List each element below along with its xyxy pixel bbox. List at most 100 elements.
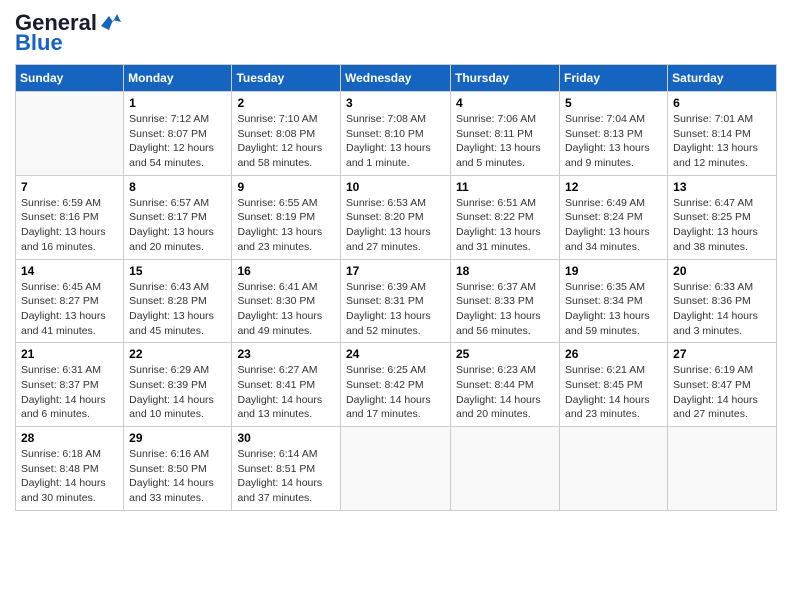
day-info: Sunrise: 6:53 AMSunset: 8:20 PMDaylight:… — [346, 196, 445, 255]
calendar-cell: 15 Sunrise: 6:43 AMSunset: 8:28 PMDayligh… — [124, 259, 232, 343]
day-info: Sunrise: 6:25 AMSunset: 8:42 PMDaylight:… — [346, 363, 445, 422]
weekday-header-wednesday: Wednesday — [341, 65, 451, 92]
weekday-header-friday: Friday — [560, 65, 668, 92]
day-info: Sunrise: 6:49 AMSunset: 8:24 PMDaylight:… — [565, 196, 662, 255]
calendar-cell: 8 Sunrise: 6:57 AMSunset: 8:17 PMDaylight… — [124, 175, 232, 259]
day-number: 26 — [565, 347, 662, 361]
day-info: Sunrise: 6:29 AMSunset: 8:39 PMDaylight:… — [129, 363, 226, 422]
day-number: 11 — [456, 180, 554, 194]
day-number: 29 — [129, 431, 226, 445]
page-header: General Blue — [15, 10, 777, 56]
calendar-cell: 27 Sunrise: 6:19 AMSunset: 8:47 PMDayligh… — [668, 343, 777, 427]
logo-blue: Blue — [15, 30, 63, 56]
calendar-cell: 24Sunrise: 6:25 AMSunset: 8:42 PMDayligh… — [341, 343, 451, 427]
day-info: Sunrise: 6:43 AMSunset: 8:28 PMDaylight:… — [129, 280, 226, 339]
calendar-cell — [16, 92, 124, 176]
calendar-cell: 28 Sunrise: 6:18 AMSunset: 8:48 PMDayligh… — [16, 427, 124, 511]
calendar-cell — [668, 427, 777, 511]
day-number: 12 — [565, 180, 662, 194]
day-number: 21 — [21, 347, 118, 361]
day-info: Sunrise: 6:35 AMSunset: 8:34 PMDaylight:… — [565, 280, 662, 339]
day-info: Sunrise: 6:23 AMSunset: 8:44 PMDaylight:… — [456, 363, 554, 422]
calendar-cell — [341, 427, 451, 511]
day-number: 10 — [346, 180, 445, 194]
weekday-header-saturday: Saturday — [668, 65, 777, 92]
week-row-1: 1Sunrise: 7:12 AMSunset: 8:07 PMDaylight… — [16, 92, 777, 176]
calendar-cell: 22 Sunrise: 6:29 AMSunset: 8:39 PMDayligh… — [124, 343, 232, 427]
calendar-cell: 6 Sunrise: 7:01 AMSunset: 8:14 PMDaylight… — [668, 92, 777, 176]
day-info: Sunrise: 6:57 AMSunset: 8:17 PMDaylight:… — [129, 196, 226, 255]
day-info: Sunrise: 6:27 AMSunset: 8:41 PMDaylight:… — [237, 363, 335, 422]
logo-bird-icon — [99, 12, 121, 30]
day-info: Sunrise: 6:59 AMSunset: 8:16 PMDaylight:… — [21, 196, 118, 255]
week-row-5: 28 Sunrise: 6:18 AMSunset: 8:48 PMDayligh… — [16, 427, 777, 511]
calendar-cell: 19 Sunrise: 6:35 AMSunset: 8:34 PMDayligh… — [560, 259, 668, 343]
day-info: Sunrise: 6:16 AMSunset: 8:50 PMDaylight:… — [129, 447, 226, 506]
day-number: 13 — [673, 180, 771, 194]
calendar-cell: 26 Sunrise: 6:21 AMSunset: 8:45 PMDayligh… — [560, 343, 668, 427]
calendar-cell: 1Sunrise: 7:12 AMSunset: 8:07 PMDaylight… — [124, 92, 232, 176]
calendar-cell: 5 Sunrise: 7:04 AMSunset: 8:13 PMDaylight… — [560, 92, 668, 176]
day-number: 27 — [673, 347, 771, 361]
calendar-cell: 23Sunrise: 6:27 AMSunset: 8:41 PMDayligh… — [232, 343, 341, 427]
week-row-2: 7 Sunrise: 6:59 AMSunset: 8:16 PMDaylight… — [16, 175, 777, 259]
calendar-cell: 18Sunrise: 6:37 AMSunset: 8:33 PMDayligh… — [451, 259, 560, 343]
calendar-cell: 4 Sunrise: 7:06 AMSunset: 8:11 PMDaylight… — [451, 92, 560, 176]
day-info: Sunrise: 6:33 AMSunset: 8:36 PMDaylight:… — [673, 280, 771, 339]
day-info: Sunrise: 6:37 AMSunset: 8:33 PMDaylight:… — [456, 280, 554, 339]
day-number: 5 — [565, 96, 662, 110]
day-info: Sunrise: 6:45 AMSunset: 8:27 PMDaylight:… — [21, 280, 118, 339]
calendar-cell: 12 Sunrise: 6:49 AMSunset: 8:24 PMDayligh… — [560, 175, 668, 259]
day-info: Sunrise: 6:18 AMSunset: 8:48 PMDaylight:… — [21, 447, 118, 506]
calendar-cell: 30 Sunrise: 6:14 AMSunset: 8:51 PMDayligh… — [232, 427, 341, 511]
day-number: 6 — [673, 96, 771, 110]
calendar-cell: 16Sunrise: 6:41 AMSunset: 8:30 PMDayligh… — [232, 259, 341, 343]
day-info: Sunrise: 6:47 AMSunset: 8:25 PMDaylight:… — [673, 196, 771, 255]
weekday-header-row: SundayMondayTuesdayWednesdayThursdayFrid… — [16, 65, 777, 92]
day-number: 20 — [673, 264, 771, 278]
day-info: Sunrise: 6:31 AMSunset: 8:37 PMDaylight:… — [21, 363, 118, 422]
calendar-cell: 29 Sunrise: 6:16 AMSunset: 8:50 PMDayligh… — [124, 427, 232, 511]
calendar-cell: 10 Sunrise: 6:53 AMSunset: 8:20 PMDayligh… — [341, 175, 451, 259]
day-info: Sunrise: 6:39 AMSunset: 8:31 PMDaylight:… — [346, 280, 445, 339]
day-number: 17 — [346, 264, 445, 278]
day-number: 19 — [565, 264, 662, 278]
calendar-cell — [451, 427, 560, 511]
day-info: Sunrise: 7:01 AMSunset: 8:14 PMDaylight:… — [673, 112, 771, 171]
day-number: 1 — [129, 96, 226, 110]
day-info: Sunrise: 7:06 AMSunset: 8:11 PMDaylight:… — [456, 112, 554, 171]
day-number: 28 — [21, 431, 118, 445]
weekday-header-thursday: Thursday — [451, 65, 560, 92]
day-number: 4 — [456, 96, 554, 110]
day-number: 16 — [237, 264, 335, 278]
calendar-cell: 7 Sunrise: 6:59 AMSunset: 8:16 PMDaylight… — [16, 175, 124, 259]
day-number: 7 — [21, 180, 118, 194]
calendar-cell: 9Sunrise: 6:55 AMSunset: 8:19 PMDaylight… — [232, 175, 341, 259]
day-number: 3 — [346, 96, 445, 110]
day-number: 15 — [129, 264, 226, 278]
calendar-cell: 3 Sunrise: 7:08 AMSunset: 8:10 PMDaylight… — [341, 92, 451, 176]
weekday-header-tuesday: Tuesday — [232, 65, 341, 92]
calendar-cell: 21 Sunrise: 6:31 AMSunset: 8:37 PMDayligh… — [16, 343, 124, 427]
day-number: 8 — [129, 180, 226, 194]
day-number: 30 — [237, 431, 335, 445]
day-number: 14 — [21, 264, 118, 278]
day-info: Sunrise: 6:19 AMSunset: 8:47 PMDaylight:… — [673, 363, 771, 422]
calendar-cell: 25 Sunrise: 6:23 AMSunset: 8:44 PMDayligh… — [451, 343, 560, 427]
day-info: Sunrise: 7:08 AMSunset: 8:10 PMDaylight:… — [346, 112, 445, 171]
calendar-cell: 17 Sunrise: 6:39 AMSunset: 8:31 PMDayligh… — [341, 259, 451, 343]
day-number: 25 — [456, 347, 554, 361]
day-info: Sunrise: 6:21 AMSunset: 8:45 PMDaylight:… — [565, 363, 662, 422]
day-info: Sunrise: 7:04 AMSunset: 8:13 PMDaylight:… — [565, 112, 662, 171]
logo: General Blue — [15, 10, 121, 56]
calendar-cell: 13 Sunrise: 6:47 AMSunset: 8:25 PMDayligh… — [668, 175, 777, 259]
calendar-cell — [560, 427, 668, 511]
calendar-cell: 14 Sunrise: 6:45 AMSunset: 8:27 PMDayligh… — [16, 259, 124, 343]
calendar-cell: 2 Sunrise: 7:10 AMSunset: 8:08 PMDaylight… — [232, 92, 341, 176]
calendar-table: SundayMondayTuesdayWednesdayThursdayFrid… — [15, 64, 777, 511]
day-info: Sunrise: 7:10 AMSunset: 8:08 PMDaylight:… — [237, 112, 335, 171]
day-info: Sunrise: 6:14 AMSunset: 8:51 PMDaylight:… — [237, 447, 335, 506]
day-number: 2 — [237, 96, 335, 110]
day-info: Sunrise: 6:51 AMSunset: 8:22 PMDaylight:… — [456, 196, 554, 255]
day-number: 22 — [129, 347, 226, 361]
